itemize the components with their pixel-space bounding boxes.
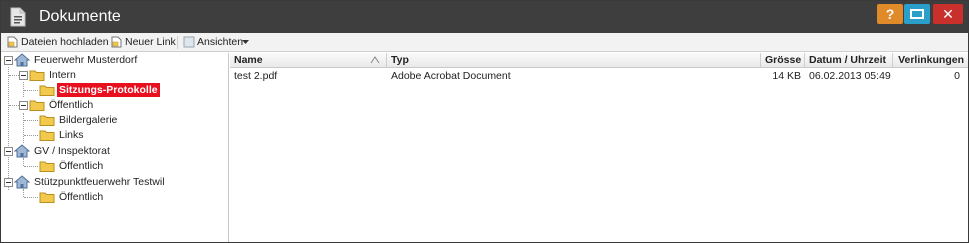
tree-line bbox=[23, 189, 24, 197]
close-button[interactable]: ✕ bbox=[933, 4, 963, 24]
tree-line bbox=[24, 120, 38, 121]
upload-files-label: Dateien hochladen bbox=[21, 36, 109, 48]
column-header-date[interactable]: Datum / Uhrzeit bbox=[805, 53, 893, 68]
tree-node-label: GV / Inspektorat bbox=[34, 145, 110, 157]
column-header-size[interactable]: Grösse bbox=[761, 53, 805, 68]
home-icon bbox=[14, 175, 30, 189]
column-header-label: Name bbox=[234, 54, 263, 66]
file-grid: Name Typ Grösse Datum / Uhrzeit Verlinku… bbox=[230, 53, 968, 242]
close-icon: ✕ bbox=[942, 6, 954, 22]
sort-ascending-icon bbox=[370, 56, 380, 64]
upload-files-button[interactable]: Dateien hochladen bbox=[7, 35, 109, 50]
collapse-icon[interactable] bbox=[19, 101, 28, 110]
new-link-button[interactable]: Neuer Link bbox=[111, 35, 176, 50]
tree-line bbox=[8, 67, 9, 190]
cell-size: 14 KB bbox=[772, 70, 801, 82]
folder-icon bbox=[39, 192, 55, 203]
folder-tree: Feuerwehr Musterdorf Intern Sitzungs-Pro… bbox=[4, 53, 229, 242]
tree-line bbox=[24, 197, 38, 198]
views-dropdown[interactable]: Ansichten bbox=[183, 35, 251, 50]
column-header-links[interactable]: Verlinkungen bbox=[893, 53, 968, 68]
new-link-label: Neuer Link bbox=[125, 36, 176, 48]
window-title: Dokumente bbox=[39, 8, 121, 25]
folder-icon bbox=[39, 115, 55, 126]
folder-icon bbox=[39, 85, 55, 96]
toolbar-divider bbox=[177, 36, 178, 49]
view-icon bbox=[183, 36, 195, 48]
collapse-icon[interactable] bbox=[4, 147, 13, 156]
help-button[interactable]: ? bbox=[877, 4, 903, 24]
upload-icon bbox=[7, 36, 18, 48]
cell-name: test 2.pdf bbox=[234, 70, 278, 82]
cell-links: 0 bbox=[954, 70, 960, 82]
tree-line bbox=[24, 135, 38, 136]
documents-window: Dokumente ? ✕ Dateien hochladen Neuer Li… bbox=[0, 0, 969, 243]
views-label: Ansichten bbox=[197, 36, 244, 48]
help-icon: ? bbox=[885, 6, 895, 22]
grid-header: Name Typ Grösse Datum / Uhrzeit Verlinku… bbox=[230, 53, 968, 68]
tree-line bbox=[23, 158, 24, 166]
collapse-icon[interactable] bbox=[19, 71, 28, 80]
new-link-icon bbox=[111, 36, 122, 48]
maximize-icon bbox=[910, 9, 924, 19]
chevron-down-icon bbox=[242, 40, 249, 44]
column-header-type[interactable]: Typ bbox=[387, 53, 761, 68]
toolbar: Dateien hochladen Neuer Link Ansichten bbox=[1, 33, 968, 52]
tree-line bbox=[24, 90, 38, 91]
home-icon bbox=[14, 144, 30, 158]
folder-icon bbox=[39, 130, 55, 141]
tree-node-label: Links bbox=[59, 129, 84, 141]
tree-node-label: Öffentlich bbox=[59, 191, 104, 203]
collapse-icon[interactable] bbox=[4, 56, 13, 65]
home-icon bbox=[14, 53, 30, 67]
column-header-label: Grösse bbox=[765, 54, 802, 66]
tree-line bbox=[23, 113, 24, 143]
document-icon bbox=[10, 7, 26, 27]
folder-icon bbox=[29, 70, 45, 81]
tree-node-label-selected: Sitzungs-Protokolle bbox=[57, 83, 160, 97]
column-header-name[interactable]: Name bbox=[230, 53, 387, 68]
tree-node-label: Öffentlich bbox=[49, 99, 94, 111]
tree-node-label: Intern bbox=[49, 69, 76, 81]
tree-line bbox=[24, 166, 38, 167]
folder-icon bbox=[39, 161, 55, 172]
table-row[interactable]: test 2.pdf Adobe Acrobat Document 14 KB … bbox=[230, 69, 968, 84]
maximize-button[interactable] bbox=[904, 4, 930, 24]
cell-date: 06.02.2013 05:49 bbox=[809, 70, 891, 82]
column-header-label: Verlinkungen bbox=[898, 54, 964, 66]
tree-node-label: Öffentlich bbox=[59, 160, 104, 172]
tree-node-label: Feuerwehr Musterdorf bbox=[34, 54, 138, 66]
tree-node-label: Bildergalerie bbox=[59, 114, 118, 126]
collapse-icon[interactable] bbox=[4, 178, 13, 187]
cell-type: Adobe Acrobat Document bbox=[391, 70, 511, 82]
tree-line bbox=[9, 75, 19, 76]
column-header-label: Datum / Uhrzeit bbox=[809, 54, 887, 66]
folder-icon bbox=[29, 100, 45, 111]
column-header-label: Typ bbox=[391, 54, 409, 66]
tree-line bbox=[9, 105, 19, 106]
tree-node-label: Stützpunktfeuerwehr Testwil bbox=[34, 176, 165, 188]
title-bar: Dokumente ? ✕ bbox=[1, 1, 968, 33]
